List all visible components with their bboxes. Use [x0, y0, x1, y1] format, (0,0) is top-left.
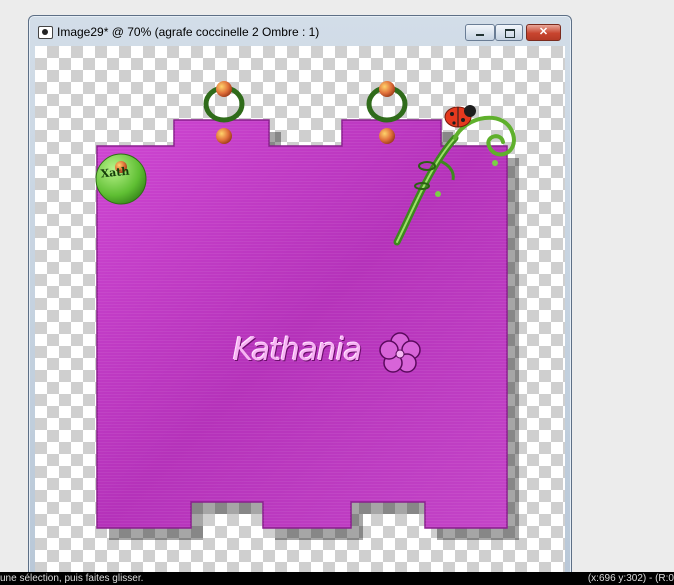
bead-top-left — [216, 81, 232, 97]
minimize-icon — [476, 34, 484, 36]
window-title: Image29* @ 70% (agrafe coccinelle 2 Ombr… — [57, 25, 320, 39]
maximize-icon — [505, 29, 515, 38]
bead-mid-left — [216, 128, 232, 144]
workspace: Image29* @ 70% (agrafe coccinelle 2 Ombr… — [0, 0, 674, 577]
window-titlebar[interactable]: Image29* @ 70% (agrafe coccinelle 2 Ombr… — [29, 16, 571, 46]
image-window[interactable]: Image29* @ 70% (agrafe coccinelle 2 Ombr… — [28, 15, 572, 577]
image-canvas[interactable]: Xath Kathania — [35, 46, 565, 576]
maximize-button[interactable] — [495, 24, 523, 41]
image-document-icon — [38, 26, 53, 39]
minimize-button[interactable] — [465, 24, 495, 41]
bead-top-right — [379, 81, 395, 97]
close-icon: ✕ — [538, 26, 549, 38]
bead-mid-right — [379, 128, 395, 144]
status-bar: une sélection, puis faites glisser. (x:6… — [0, 572, 674, 584]
logo-text: Kathania — [233, 332, 362, 368]
tag-artwork — [95, 81, 519, 540]
status-hint: une sélection, puis faites glisser. — [0, 573, 144, 584]
close-button[interactable]: ✕ — [526, 24, 561, 41]
cursor-coordinates: (x:696 y:302) - (R:0 — [587, 573, 674, 584]
